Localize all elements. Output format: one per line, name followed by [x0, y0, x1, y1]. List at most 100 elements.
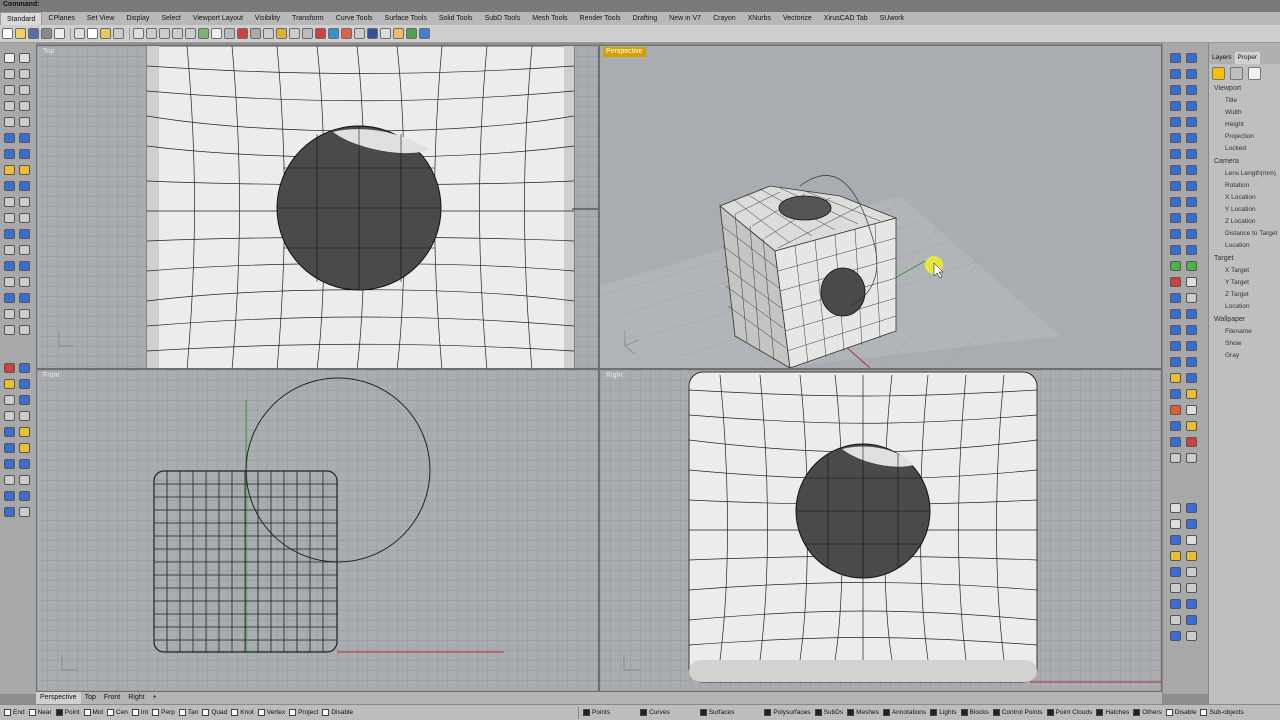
linear-light-icon[interactable]	[1186, 405, 1197, 415]
curvature-tool-icon[interactable]	[19, 491, 30, 501]
subd-tool-icon[interactable]	[19, 165, 30, 175]
checkbox[interactable]	[55, 709, 63, 716]
prop-target-location[interactable]: Location	[1209, 301, 1280, 313]
rotate-view-icon[interactable]	[146, 28, 157, 39]
tab-set-view[interactable]: Set View	[81, 12, 121, 25]
prop-lens-length[interactable]: Lens Length(mm)	[1209, 168, 1280, 180]
checkbox[interactable]	[152, 709, 160, 716]
pan-icon[interactable]	[133, 28, 144, 39]
subd-plane-icon[interactable]	[1186, 535, 1197, 545]
tab-new-in-v7[interactable]: New in V7	[663, 12, 707, 25]
move-edge-icon[interactable]	[1170, 213, 1181, 223]
subd-box-icon[interactable]	[1170, 503, 1181, 513]
filter-control-points[interactable]: Control Points	[992, 709, 1043, 716]
chamfer-edge-icon[interactable]	[1186, 165, 1197, 175]
texture-mapping-icon[interactable]	[1186, 453, 1197, 463]
trim-tool-icon[interactable]	[19, 197, 30, 207]
zebra-tool-icon[interactable]	[4, 507, 15, 517]
rib-icon[interactable]	[1170, 309, 1181, 319]
vp-tab-front[interactable]: Front	[100, 692, 124, 704]
move-icon[interactable]	[250, 28, 261, 39]
prop-height[interactable]: Height	[1209, 119, 1280, 131]
tab-vectorize[interactable]: Vectorize	[777, 12, 818, 25]
clipping-plane-tool-icon[interactable]	[4, 459, 15, 469]
gumball-tool-icon[interactable]	[4, 363, 15, 373]
cap-icon[interactable]	[1186, 181, 1197, 191]
open-file-icon[interactable]	[15, 28, 26, 39]
boolean-intersection-icon[interactable]	[1170, 149, 1181, 159]
plugin-icon[interactable]	[406, 28, 417, 39]
planar-tool-icon[interactable]	[4, 395, 15, 405]
prop-y-location[interactable]: Y Location	[1209, 204, 1280, 216]
osnap-knot[interactable]: Knot	[231, 709, 254, 716]
line-tool-icon[interactable]	[4, 69, 15, 79]
checkbox[interactable]	[1046, 709, 1054, 716]
polyline-tool-icon[interactable]	[19, 69, 30, 79]
filter-others[interactable]: Others	[1133, 709, 1162, 716]
circle-tool-icon[interactable]	[19, 85, 30, 95]
subd-to-nurbs-icon[interactable]	[1170, 631, 1181, 641]
solid-capsule-icon[interactable]	[1170, 117, 1181, 127]
text-tool-icon[interactable]	[19, 277, 30, 287]
named-view-tool-icon[interactable]	[4, 427, 15, 437]
filter-curves[interactable]: Curves	[640, 709, 670, 716]
analysis-icon[interactable]	[367, 28, 378, 39]
prop-y-target[interactable]: Y Target	[1209, 277, 1280, 289]
polygon-tool-icon[interactable]	[19, 117, 30, 127]
properties-icon[interactable]	[54, 28, 65, 39]
solid-pyramid-icon[interactable]	[1186, 101, 1197, 111]
solid-ellipsoid-icon[interactable]	[1170, 101, 1181, 111]
subd-mirror-icon[interactable]	[1186, 599, 1197, 609]
subd-extrude-icon[interactable]	[1170, 551, 1181, 561]
tab-suwork[interactable]: SUwork	[874, 12, 911, 25]
checkbox[interactable]	[992, 709, 1000, 716]
tab-properties[interactable]: Proper	[1234, 52, 1261, 64]
subd-stitch-icon[interactable]	[1186, 583, 1197, 593]
options-icon[interactable]	[380, 28, 391, 39]
render-tool-icon[interactable]	[19, 293, 30, 303]
shaded-icon[interactable]	[341, 28, 352, 39]
prop-z-target[interactable]: Z Target	[1209, 289, 1280, 301]
checkbox[interactable]	[231, 709, 239, 716]
prop-width[interactable]: Width	[1209, 107, 1280, 119]
split-face-icon[interactable]	[1186, 213, 1197, 223]
vp-tab-top[interactable]: Top	[81, 692, 100, 704]
checkbox[interactable]	[583, 709, 591, 716]
flow-icon[interactable]	[1186, 341, 1197, 351]
filter-disable[interactable]: Disable	[1165, 709, 1196, 716]
subd-sphere-icon[interactable]	[1186, 503, 1197, 513]
tab-render-tools[interactable]: Render Tools	[574, 12, 627, 25]
render-icon[interactable]	[328, 28, 339, 39]
prop-filename[interactable]: Filename	[1209, 326, 1280, 338]
paste-icon[interactable]	[100, 28, 111, 39]
check-icon[interactable]	[1186, 277, 1197, 287]
tab-mesh-tools[interactable]: Mesh Tools	[526, 12, 573, 25]
four-viewports-icon[interactable]	[211, 28, 222, 39]
layer-tool-icon[interactable]	[4, 325, 15, 335]
solid-pipe-icon[interactable]	[1186, 117, 1197, 127]
zoom-window-icon[interactable]	[172, 28, 183, 39]
measure-tool-icon[interactable]	[4, 475, 15, 485]
print-icon[interactable]	[41, 28, 52, 39]
osnap-vertex[interactable]: Vertex	[257, 709, 285, 716]
subd-crease-icon[interactable]	[1186, 567, 1197, 577]
osnap-disable[interactable]: Disable	[322, 709, 353, 716]
checkbox[interactable]	[814, 709, 822, 716]
record-tool-icon[interactable]	[19, 411, 30, 421]
filter-sub-objects[interactable]: Sub-objects	[1200, 709, 1244, 716]
section-tool-icon[interactable]	[19, 459, 30, 469]
history-tool-icon[interactable]	[19, 395, 30, 405]
gear-icon[interactable]	[1230, 66, 1243, 80]
select-icon[interactable]	[237, 28, 248, 39]
zoom-extents-icon[interactable]	[185, 28, 196, 39]
block-tool-icon[interactable]	[19, 309, 30, 319]
cut-icon[interactable]	[74, 28, 85, 39]
rotate-icon[interactable]	[263, 28, 274, 39]
display-mode-tool-icon[interactable]	[4, 443, 15, 453]
osnap-near[interactable]: Near	[28, 709, 52, 716]
vp-tab-right[interactable]: Right	[124, 692, 148, 704]
checkbox[interactable]	[28, 709, 36, 716]
subd-cone-icon[interactable]	[1186, 519, 1197, 529]
rotate-tool-icon[interactable]	[4, 245, 15, 255]
volume-tool-icon[interactable]	[4, 491, 15, 501]
